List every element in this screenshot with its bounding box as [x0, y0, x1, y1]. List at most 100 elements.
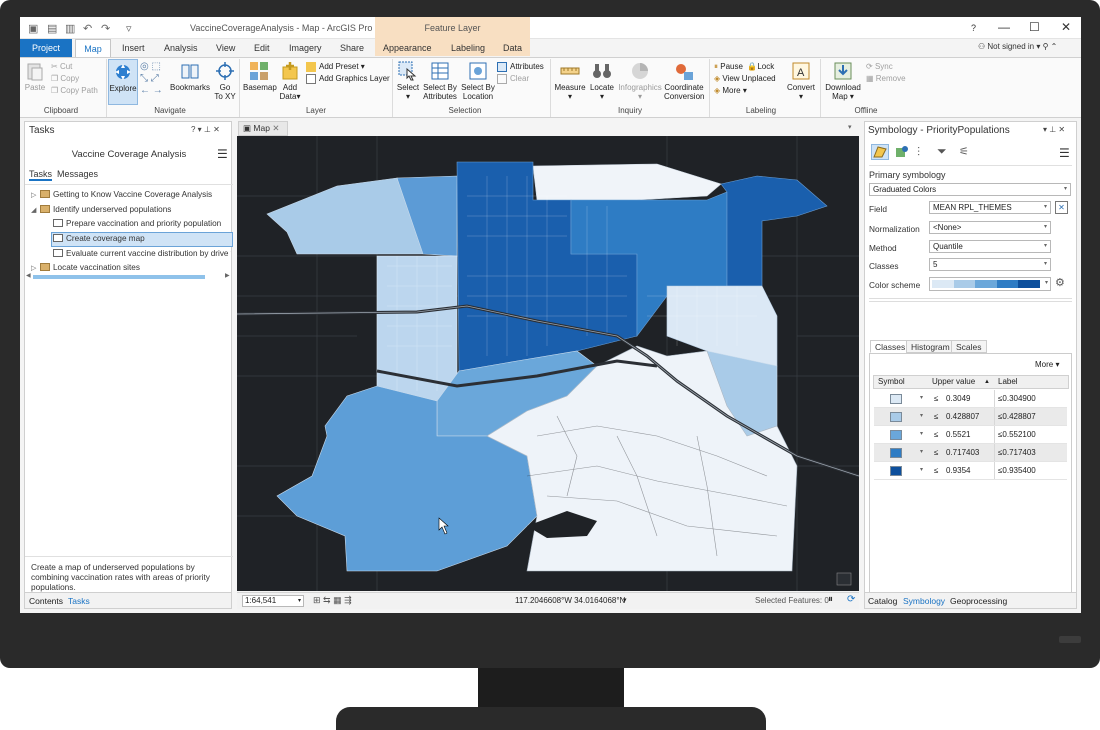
menu-icon[interactable]: ☰ [1059, 146, 1070, 160]
tab-map[interactable]: Map [75, 39, 111, 58]
more-menu[interactable]: More ▾ [1035, 360, 1059, 369]
normalization-dropdown[interactable]: <None> ▾ [929, 221, 1051, 234]
class-row[interactable]: ▾ ≤0.717403 ≤0.717403 [874, 444, 1067, 462]
class-row[interactable]: ▾ ≤0.3049 ≤0.304900 [874, 390, 1067, 408]
column-upper-value[interactable]: Upper value [932, 376, 975, 388]
redo-icon[interactable]: ↷ [101, 22, 110, 35]
task-group-getting-started[interactable]: ▷ Getting to Know Vaccine Coverage Analys… [31, 190, 212, 199]
expand-icon[interactable]: ▷ [31, 191, 40, 199]
signin-status[interactable]: ⚇ Not signed in ▾ ⚲ ⌃ [978, 42, 1057, 51]
tab-tasks-bottom[interactable]: Tasks [68, 596, 90, 606]
attributes-button[interactable]: Attributes [497, 61, 544, 73]
class-row[interactable]: ▾ ≤0.428807 ≤0.428807 [874, 408, 1067, 426]
tab-insert[interactable]: Insert [122, 40, 145, 57]
column-symbol[interactable]: Symbol [878, 376, 905, 388]
tab-view[interactable]: View [216, 40, 235, 57]
symbology-mode-icons[interactable]: ⫶ ⏷ ⚟ [871, 144, 981, 162]
download-map-button[interactable]: Download Map ▾ [823, 61, 863, 101]
infographics-button[interactable]: Infographics ▾ [618, 61, 662, 101]
convert-button[interactable]: A Convert ▾ [786, 61, 816, 101]
swatch-dropdown-icon[interactable]: ▾ [920, 408, 923, 425]
more-labeling-button[interactable]: ◈ More ▾ [714, 85, 776, 97]
upper-value[interactable]: 0.717403 [946, 444, 979, 461]
splitter[interactable] [869, 298, 1072, 302]
expand-icon[interactable]: ▷ [31, 264, 40, 272]
help-button[interactable]: ? [971, 23, 976, 33]
tab-appearance[interactable]: Appearance [383, 40, 432, 57]
tab-histogram[interactable]: Histogram [906, 340, 955, 353]
select-button[interactable]: Select ▾ [396, 61, 420, 101]
color-scheme-dropdown[interactable]: ▾ [929, 277, 1051, 291]
task-group-identify[interactable]: ◢ Identify underserved populations [31, 205, 171, 214]
tab-catalog[interactable]: Catalog [868, 596, 897, 606]
tab-scales[interactable]: Scales [951, 340, 987, 353]
classes-dropdown[interactable]: 5 ▾ [929, 258, 1051, 271]
column-label[interactable]: Label [998, 376, 1018, 388]
class-label[interactable]: ≤0.428807 [998, 408, 1036, 425]
cut-button[interactable]: ✂ Cut [51, 61, 98, 73]
tab-tasks[interactable]: Tasks [29, 169, 53, 181]
class-label[interactable]: ≤0.935400 [998, 462, 1036, 479]
class-label[interactable]: ≤0.717403 [998, 444, 1036, 461]
scale-selector[interactable]: 1:64,541 ▾ [242, 595, 304, 607]
navigate-small-tools[interactable]: ◎ ⬚ ⤡ ⤢ ← → [140, 61, 163, 97]
menu-icon[interactable]: ☰ [217, 147, 228, 161]
scroll-right-icon[interactable]: ▶ [225, 272, 230, 279]
tab-labeling[interactable]: Labeling [451, 40, 485, 57]
tab-data[interactable]: Data [503, 40, 522, 57]
tab-edit[interactable]: Edit [254, 40, 270, 57]
pause-labeling-button[interactable]: ⏸ Pause 🔒Lock [714, 61, 776, 73]
tab-project[interactable]: Project [20, 39, 72, 57]
pause-drawing-icon[interactable]: ⏸ [828, 594, 833, 605]
class-label[interactable]: ≤0.304900 [998, 390, 1036, 407]
class-row[interactable]: ▾ ≤0.5521 ≤0.552100 [874, 426, 1067, 444]
add-data-button[interactable]: Add Data▾ [278, 61, 302, 101]
swatch-dropdown-icon[interactable]: ▾ [920, 426, 923, 443]
add-graphics-layer-button[interactable]: Add Graphics Layer [306, 73, 390, 85]
upper-value[interactable]: 0.5521 [946, 426, 970, 443]
vary-symbology-icon[interactable] [895, 145, 909, 159]
tab-contents[interactable]: Contents [29, 596, 63, 606]
class-symbol-swatch[interactable] [890, 466, 902, 476]
gear-icon[interactable]: ⚙ [1055, 276, 1065, 289]
collapse-icon[interactable]: ◢ [31, 206, 40, 214]
maximize-icon[interactable]: ☐ [1029, 20, 1040, 34]
upper-value[interactable]: 0.3049 [946, 390, 970, 407]
tab-analysis[interactable]: Analysis [164, 40, 198, 57]
view-unplaced-button[interactable]: ◈ View Unplaced [714, 73, 776, 85]
field-dropdown[interactable]: MEAN RPL_THEMES ▾ [929, 201, 1051, 214]
task-create-coverage-map[interactable]: Create coverage map [53, 234, 145, 243]
horizontal-scrollbar[interactable] [33, 275, 205, 279]
method-dropdown[interactable]: Quantile ▾ [929, 240, 1051, 253]
coordinate-format-dropdown-icon[interactable]: ▾ [623, 596, 627, 604]
coordinate-conversion-button[interactable]: Coordinate Conversion [664, 61, 704, 101]
close-icon[interactable]: ✕ [1061, 20, 1071, 34]
class-label[interactable]: ≤0.552100 [998, 426, 1036, 443]
map-overlay-icon[interactable] [836, 572, 852, 586]
tab-messages[interactable]: Messages [57, 169, 98, 179]
map-tool-icons[interactable]: ⊞ ⇆ ▦ ⇶ [313, 595, 352, 606]
paste-button[interactable]: Paste [24, 61, 46, 92]
swatch-dropdown-icon[interactable]: ▾ [920, 444, 923, 461]
pane-controls[interactable]: ? ▾ ⊥ ✕ [191, 125, 220, 134]
class-symbol-swatch[interactable] [890, 430, 902, 440]
customize-qat-icon[interactable]: ▿ [126, 22, 132, 35]
measure-button[interactable]: Measure ▾ [553, 61, 587, 101]
tab-imagery[interactable]: Imagery [289, 40, 322, 57]
tab-symbology[interactable]: Symbology [903, 596, 945, 606]
save-icon[interactable]: ▥ [65, 22, 75, 35]
close-tab-icon[interactable]: ✕ [272, 123, 279, 133]
basemap-button[interactable]: Basemap [243, 61, 277, 92]
remove-button[interactable]: ▦ Remove [866, 73, 906, 85]
symbology-type-dropdown[interactable]: Graduated Colors ▾ [869, 183, 1071, 196]
filter-icon[interactable]: ⏷ [937, 144, 947, 159]
locate-button[interactable]: Locate ▾ [588, 61, 616, 101]
class-symbol-swatch[interactable] [890, 394, 902, 404]
copy-path-button[interactable]: ❐ Copy Path [51, 85, 98, 97]
symbol-layers-icon[interactable]: ⫶ [917, 145, 920, 160]
sync-button[interactable]: ⟳ Sync [866, 61, 906, 73]
add-preset-button[interactable]: Add Preset ▾ [306, 61, 390, 73]
class-row[interactable]: ▾ ≤0.9354 ≤0.935400 [874, 462, 1067, 480]
symbology-settings-icon[interactable]: ⚟ [959, 145, 969, 158]
copy-button[interactable]: ❐ Copy [51, 73, 98, 85]
